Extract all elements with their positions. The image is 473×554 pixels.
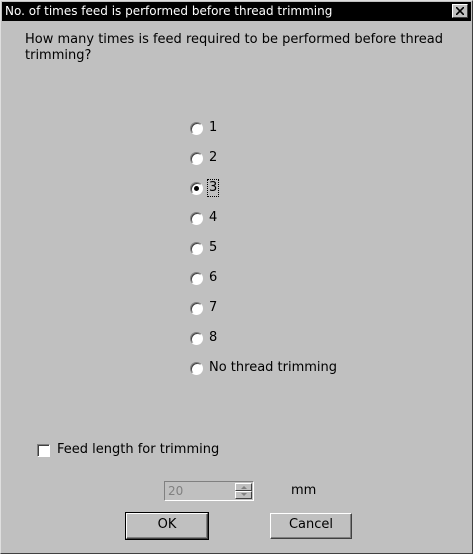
feed-length-checkbox[interactable]	[37, 443, 50, 457]
radio-button-icon[interactable]	[190, 151, 203, 165]
title-bar: No. of times feed is performed before th…	[2, 2, 471, 21]
spinner-up-button[interactable]	[235, 483, 252, 491]
arrow-up-icon	[241, 486, 247, 489]
radio-option-4[interactable]: 4	[190, 209, 218, 227]
radio-label: 4	[209, 210, 218, 225]
arrow-down-icon	[241, 493, 247, 496]
feed-length-checkbox-row[interactable]: Feed length for trimming	[37, 441, 219, 459]
radio-option-no-trimming[interactable]: No thread trimming	[190, 359, 338, 377]
radio-option-2[interactable]: 2	[190, 149, 218, 167]
radio-label: 6	[209, 270, 218, 285]
radio-button-icon[interactable]	[190, 211, 203, 225]
radio-button-icon[interactable]	[190, 361, 203, 375]
radio-option-3[interactable]: 3	[190, 179, 220, 197]
radio-option-7[interactable]: 7	[190, 299, 218, 317]
window-title: No. of times feed is performed before th…	[5, 4, 333, 18]
feed-length-spinner[interactable]	[164, 481, 254, 501]
radio-label: 1	[209, 120, 218, 135]
radio-option-5[interactable]: 5	[190, 239, 218, 257]
radio-button-icon[interactable]	[190, 331, 203, 345]
radio-button-icon[interactable]	[190, 241, 203, 255]
radio-label: 2	[209, 150, 218, 165]
question-text: How many times is feed required to be pe…	[25, 32, 443, 63]
radio-label: 5	[209, 240, 218, 255]
close-button[interactable]	[452, 4, 468, 18]
ok-button[interactable]: OK	[125, 512, 209, 540]
radio-button-icon[interactable]	[190, 181, 203, 195]
radio-button-icon[interactable]	[190, 271, 203, 285]
radio-option-6[interactable]: 6	[190, 269, 218, 287]
cancel-button[interactable]: Cancel	[270, 513, 352, 539]
radio-label: 7	[209, 300, 218, 315]
dialog-window: No. of times feed is performed before th…	[0, 0, 473, 554]
radio-button-icon[interactable]	[190, 121, 203, 135]
feed-length-input[interactable]	[166, 483, 234, 499]
radio-label: 3	[206, 179, 220, 197]
unit-label: mm	[291, 483, 317, 498]
radio-option-8[interactable]: 8	[190, 329, 218, 347]
spinner-down-button[interactable]	[235, 491, 252, 499]
close-icon	[456, 7, 464, 15]
radio-option-1[interactable]: 1	[190, 119, 218, 137]
radio-label: No thread trimming	[209, 360, 338, 375]
radio-label: 8	[209, 330, 218, 345]
feed-length-label: Feed length for trimming	[57, 442, 220, 457]
radio-button-icon[interactable]	[190, 301, 203, 315]
